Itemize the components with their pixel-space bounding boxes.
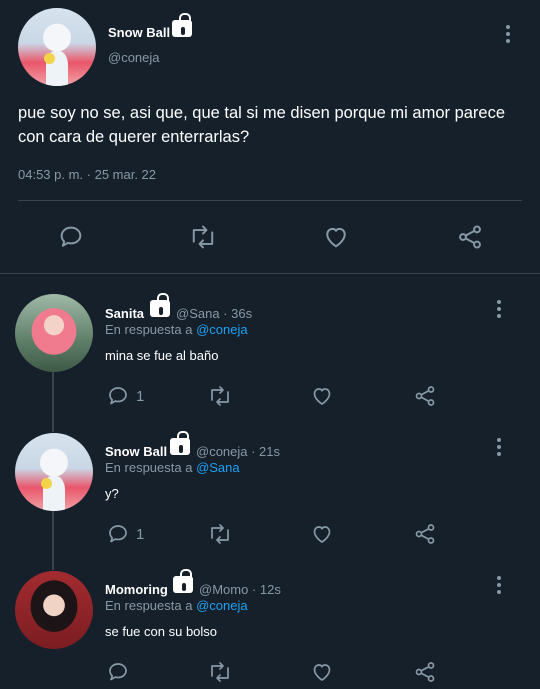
author-handle[interactable]: @coneja <box>108 50 160 65</box>
retweet-icon <box>211 662 229 682</box>
tweet-timestamp[interactable]: 04:53 p. m. · 25 mar. 22 <box>18 167 156 182</box>
avatar[interactable] <box>18 8 96 86</box>
more-icon[interactable] <box>489 573 509 597</box>
more-icon[interactable] <box>498 22 518 46</box>
divider <box>18 200 522 201</box>
reply-button[interactable] <box>106 660 130 684</box>
reply-icon <box>109 525 127 543</box>
retweet-button[interactable] <box>207 660 233 684</box>
more-icon[interactable] <box>489 297 509 321</box>
retweet-button[interactable] <box>207 522 233 546</box>
share-button[interactable] <box>413 522 437 546</box>
avatar[interactable] <box>15 433 93 511</box>
share-button[interactable] <box>456 223 484 251</box>
share-button[interactable] <box>413 384 437 408</box>
tweet-text: pue soy no se, asi que, que tal si me di… <box>18 104 506 146</box>
share-button[interactable] <box>413 660 437 684</box>
reply-handle-time[interactable]: @Sana · 36s <box>176 306 252 321</box>
lock-icon <box>150 293 170 317</box>
reply-to-mention[interactable]: @coneja <box>196 322 248 337</box>
retweet-button[interactable] <box>207 384 233 408</box>
retweet-icon <box>192 225 214 249</box>
reply-text: se fue con su bolso <box>105 624 218 639</box>
like-button[interactable] <box>322 223 350 251</box>
reply-to-mention[interactable]: @coneja <box>196 598 248 613</box>
section-divider <box>0 273 540 274</box>
share-icon <box>415 524 435 544</box>
like-button[interactable] <box>310 660 334 684</box>
reply-author-name[interactable]: Snow Ball <box>105 444 167 459</box>
share-icon <box>459 225 481 249</box>
reply-text: mina se fue al baño <box>105 348 219 363</box>
like-button[interactable] <box>310 522 334 546</box>
avatar[interactable] <box>15 571 93 649</box>
reply-author-name[interactable]: Momoring <box>105 582 168 597</box>
reply-handle-time[interactable]: @coneja · 21s <box>196 444 280 459</box>
heart-icon <box>326 227 346 248</box>
reply-to-line: En respuesta a @coneja <box>105 322 248 337</box>
reply-to-line: En respuesta a @coneja <box>105 598 248 613</box>
reply-button[interactable] <box>57 223 85 251</box>
thread-line <box>52 372 54 432</box>
thread-line <box>52 510 54 570</box>
reply-author-name[interactable]: Sanita <box>105 306 144 321</box>
reply-to-prefix: En respuesta a <box>105 598 197 613</box>
reply-button[interactable]: 1 <box>106 384 144 408</box>
author-name[interactable]: Snow Ball <box>108 25 170 40</box>
retweet-icon <box>211 386 229 406</box>
reply-icon <box>109 387 127 405</box>
lock-icon <box>170 431 190 455</box>
reply-handle-time[interactable]: @Momo · 12s <box>199 582 281 597</box>
reply-count: 1 <box>136 387 145 405</box>
reply-button[interactable]: 1 <box>106 522 144 546</box>
reply-text: y? <box>105 486 119 501</box>
reply-to-mention[interactable]: @Sana <box>196 460 240 475</box>
reply-icon <box>109 663 127 681</box>
lock-icon <box>173 569 193 593</box>
share-icon <box>415 386 435 406</box>
retweet-button[interactable] <box>188 223 218 251</box>
reply-to-prefix: En respuesta a <box>105 322 197 337</box>
like-button[interactable] <box>310 384 334 408</box>
more-icon[interactable] <box>489 435 509 459</box>
reply-icon <box>60 226 82 247</box>
main-tweet: Snow Ball @coneja pue soy no se, asi que… <box>0 0 540 274</box>
reply-to-prefix: En respuesta a <box>105 460 197 475</box>
avatar[interactable] <box>15 294 93 372</box>
heart-icon <box>313 388 331 405</box>
share-icon <box>415 662 435 682</box>
reply-count: 1 <box>136 525 145 543</box>
heart-icon <box>313 526 331 543</box>
lock-icon <box>172 13 192 37</box>
heart-icon <box>313 664 331 681</box>
reply-to-line: En respuesta a @Sana <box>105 460 240 475</box>
retweet-icon <box>211 524 229 544</box>
